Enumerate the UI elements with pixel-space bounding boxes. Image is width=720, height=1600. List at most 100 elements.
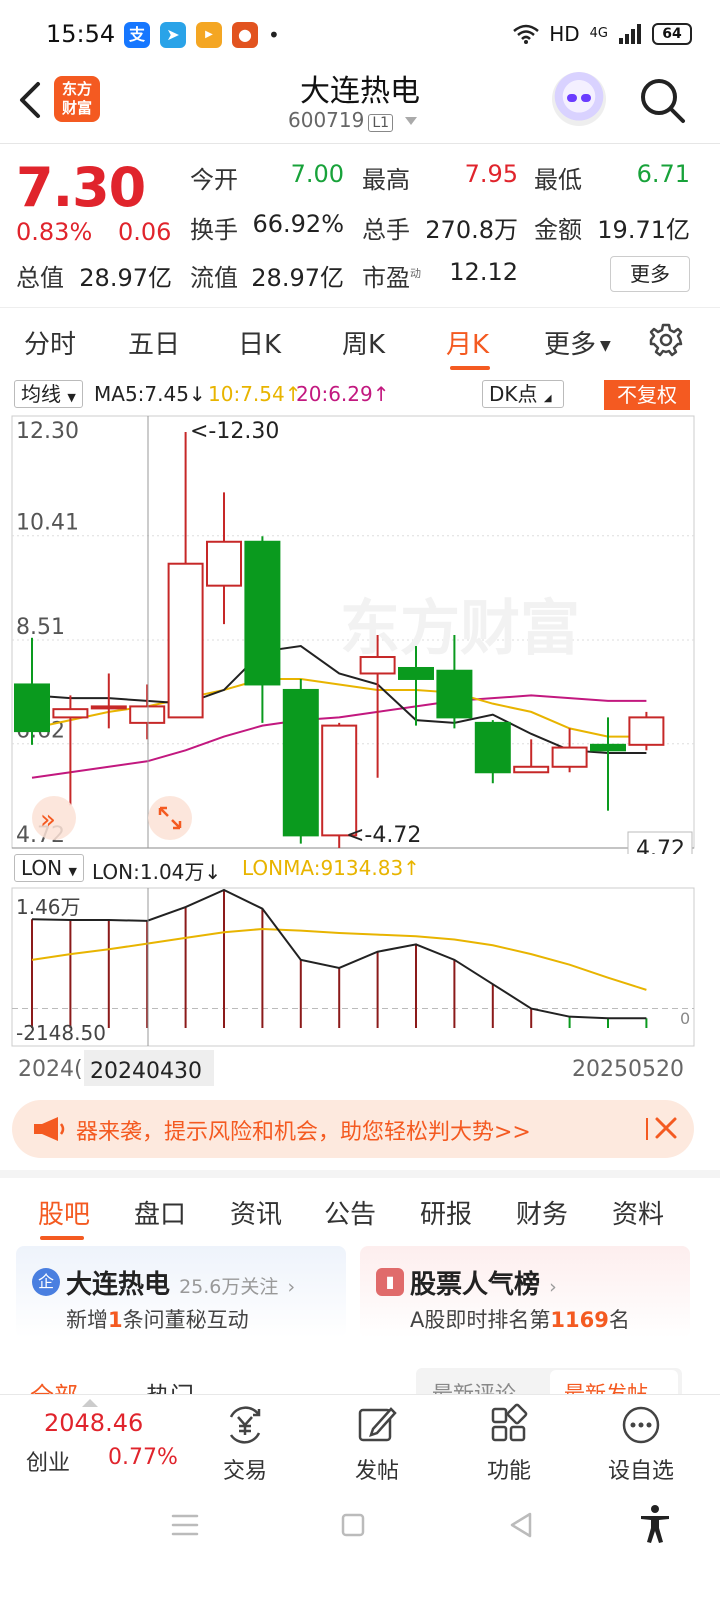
candle-down [590,743,626,752]
mktcap-label: 总值 [16,264,64,292]
dk-point-label: DK点 [489,382,538,406]
paper-plane-icon: ➤ [160,22,186,48]
last-price-tag-value: 4.72 [636,837,685,854]
dk-point-button[interactable]: DK点 ◢ [482,380,564,408]
candle-down [398,666,434,680]
filter-hot[interactable]: 热门 [146,1376,194,1396]
candle-up [206,540,242,587]
tab-announcements[interactable]: 公告 [324,1194,376,1231]
tab-profile[interactable]: 资料 [612,1194,664,1231]
nav-watchlist[interactable]: 设自选 [596,1403,686,1485]
nav-post-label: 发帖 [354,1459,399,1484]
promo-banner[interactable]: 器来袭，提示风险和机会，助您轻松判大势>> [12,1100,694,1158]
chevron-down-icon [405,117,418,125]
wifi-icon [513,24,539,44]
high-label: 最高 [362,166,410,194]
candle-up [90,705,127,710]
candle-down [474,721,511,774]
accessibility-icon[interactable] [638,1504,672,1544]
ma-selector-label: 均线 [21,382,61,406]
lon-selector[interactable]: LON ▼ [14,854,84,882]
candle-up [551,746,588,768]
ma20-value: 20:6.29↑ [296,382,390,406]
nav-functions[interactable]: 功能 [464,1403,554,1485]
popularity-card-subtitle: A股即时排名第1169名 [410,1304,630,1334]
max-annotation: <-12.30 [190,419,279,444]
quote-panel: 7.30 0.83% 0.06 今开 7.00 最高 7.95 最低 6.71 … [0,144,720,308]
lon-value: LON:1.04万↓ [92,860,222,884]
expand-left-button[interactable]: » [32,796,76,840]
mktcap-value: 28.97亿 [79,264,172,292]
search-button[interactable] [638,76,686,124]
tab-financials[interactable]: 财务 [516,1194,568,1231]
lon-chart[interactable]: 1.46万 -2148.50 0 2024( 20240430 20250520 [0,886,720,1096]
status-time: 15:54 [46,20,116,48]
tab-more-periods[interactable]: 更多 ▼ [544,324,611,361]
lon-y-max: 1.46万 [16,895,81,919]
ai-assistant-robot-icon[interactable] [552,72,606,126]
sub-count: 1 [108,1308,123,1332]
ma-indicator-row: 均线 ▼ MA5:7.45↓ 10:7.54↑ 20:6.29↑ DK点 ◢ 不… [0,380,720,412]
robot-eye-right [581,94,591,102]
kline-chart[interactable]: 东方财富 12.3010.418.516.624.72 <-12.30 <-4.… [0,414,720,854]
battery-icon: 64 [652,23,692,45]
chart-settings-button[interactable] [648,322,684,358]
back-triangle-icon[interactable] [506,1510,536,1540]
active-tab-underline [450,366,490,370]
last-price-tag: 4.72 [627,831,693,854]
tab-five-day[interactable]: 五日 [128,324,180,361]
candle-up [321,724,358,837]
menu-icon[interactable] [170,1512,200,1538]
popularity-card-title-row: 股票人气榜 › [410,1264,557,1301]
followers-count: 25.6万关注 [179,1276,279,1298]
no-adjust-button[interactable]: 不复权 [604,380,690,410]
popularity-card[interactable]: ▮ 股票人气榜 › A股即时排名第1169名 [360,1246,690,1338]
status-right: HD 4G 64 [513,22,692,46]
open-value: 7.00 [290,160,344,188]
grid-functions-icon [491,1403,528,1442]
tab-news[interactable]: 资讯 [230,1194,282,1231]
stock-code-selector[interactable]: 600719 L1 [288,108,419,132]
nav-trade[interactable]: 交易 [200,1403,290,1485]
video-app-icon: ▶ [196,22,222,48]
watermark-text: 东方财富 [340,594,580,664]
company-card-title-row: 大连热电 25.6万关注 › [66,1264,295,1301]
y-tick-label: 8.51 [16,615,65,640]
lon-y-min: -2148.50 [16,1021,106,1045]
rank-value: 1169 [550,1308,609,1332]
enterprise-icon: 企 [32,1268,60,1296]
more-notifications-dot: • [268,23,280,47]
company-card-title: 大连热电 [66,1270,171,1300]
tab-research[interactable]: 研报 [420,1194,472,1231]
caret-down-icon: ▼ [67,391,76,404]
tab-weekly-k[interactable]: 周K [342,324,385,361]
lon-zero-label: 0 [680,1009,690,1028]
ma10-value: 10:7.54↑ [208,382,302,406]
tab-guba[interactable]: 股吧 [38,1194,90,1231]
stock-header: 东方 财富 大连热电 600719 L1 [0,64,720,144]
tab-monthly-k[interactable]: 月K [446,324,489,361]
chevron-right-icon: › [287,1276,296,1298]
tab-daily-k[interactable]: 日K [238,324,281,361]
home-icon[interactable] [340,1512,366,1538]
filter-all[interactable]: 全部 [30,1376,78,1396]
nav-post[interactable]: 发帖 [332,1403,422,1485]
tab-orderbook[interactable]: 盘口 [134,1194,186,1231]
tab-intraday[interactable]: 分时 [24,324,76,361]
ma5-value: MA5:7.45↓ [94,382,206,406]
caret-down-icon: ▼ [68,865,77,878]
more-quote-button[interactable]: 更多 [610,256,690,292]
ma-selector[interactable]: 均线 ▼ [14,380,83,408]
lonma-value: LONMA:9134.83↑ [242,856,420,880]
promo-close-button[interactable] [648,1110,684,1146]
system-navigation-bar [0,1484,720,1600]
company-forum-card[interactable]: 企 大连热电 25.6万关注 › 新增1条问董秘互动 [16,1246,346,1338]
fullscreen-button[interactable] [148,796,192,840]
gear-icon [649,323,683,357]
float-value: 28.97亿 [251,264,344,292]
turnover-value: 66.92% [252,210,344,238]
x-label-start: 2024( [18,1057,83,1082]
sub-suffix: 条问董秘互动 [122,1308,249,1332]
double-chevron-right-icon: » [40,805,56,835]
trade-yen-icon [229,1406,261,1444]
